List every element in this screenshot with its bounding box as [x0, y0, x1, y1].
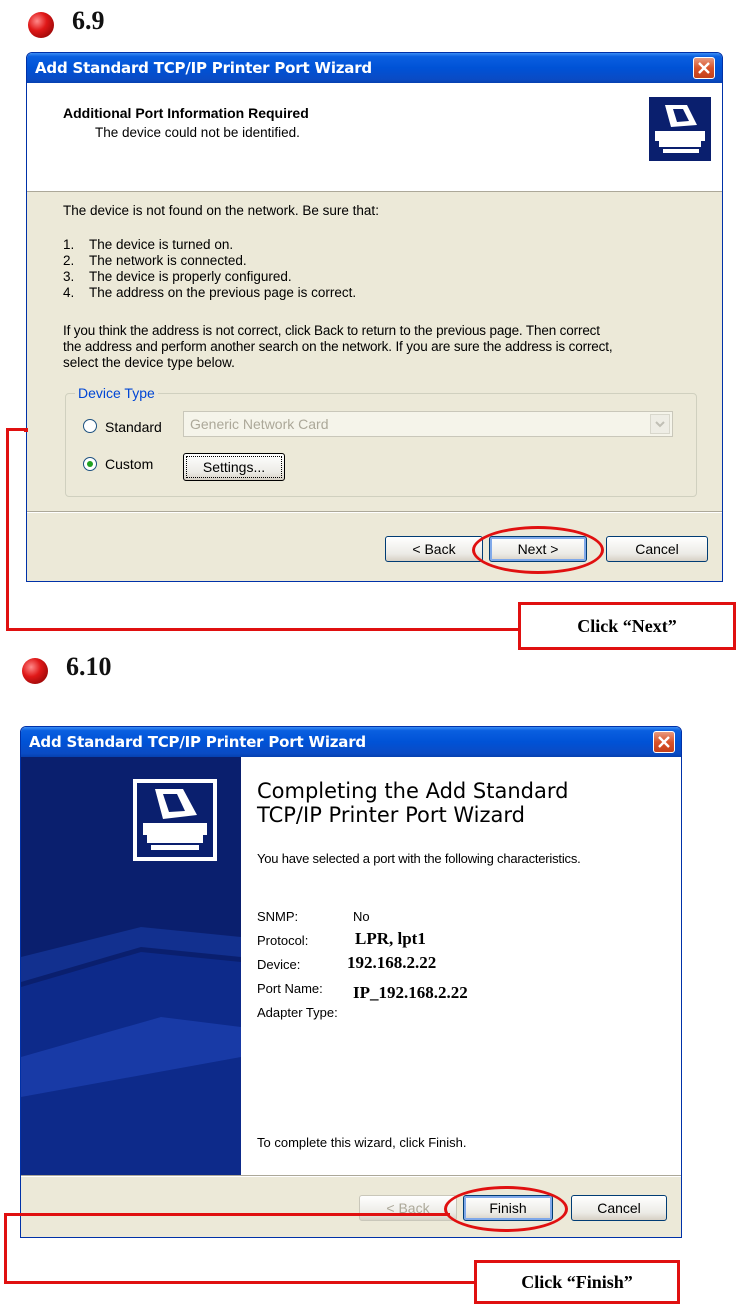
footer-separator	[21, 1175, 681, 1177]
prop-label: Adapter Type:	[257, 1005, 338, 1020]
close-button[interactable]	[653, 731, 675, 753]
wizard-sidebar	[21, 757, 241, 1175]
annotation-line	[6, 428, 9, 631]
bullet-icon	[22, 658, 48, 684]
annotation-line	[6, 628, 520, 631]
list-item-number: 2.	[63, 253, 75, 268]
close-icon	[698, 62, 710, 74]
prop-label: Protocol:	[257, 933, 309, 948]
prop-value: LPR, lpt1	[355, 929, 426, 948]
completion-heading: Completing the Add Standard	[257, 779, 569, 803]
instruction-line: If you think the address is not correct,…	[63, 323, 600, 338]
wizard-window-step1: Add Standard TCP/IP Printer Port Wizard …	[26, 52, 723, 582]
list-item: The device is turned on.	[89, 237, 234, 252]
annotation-line	[4, 1281, 476, 1284]
radio-standard-label[interactable]: Standard	[105, 419, 162, 435]
group-label: Device Type	[75, 385, 158, 401]
list-item: The address on the previous page is corr…	[89, 285, 357, 300]
close-button[interactable]	[693, 57, 715, 79]
annotation-line	[6, 428, 28, 431]
annotation-line	[4, 1213, 7, 1284]
printer-wizard-icon	[649, 97, 711, 161]
back-button[interactable]: < Back	[359, 1195, 457, 1221]
wizard-content: Completing the Add Standard TCP/IP Print…	[241, 757, 681, 1175]
prop-label: SNMP:	[257, 909, 299, 924]
radio-custom-label[interactable]: Custom	[105, 456, 153, 472]
prop-value: 192.168.2.22	[347, 953, 437, 972]
step-number: 6.9	[72, 6, 105, 35]
radio-custom[interactable]	[83, 457, 97, 471]
step-number: 6.10	[66, 652, 112, 681]
completion-heading: TCP/IP Printer Port Wizard	[257, 803, 525, 827]
device-type-group	[65, 393, 697, 497]
prop-label: Port Name:	[257, 981, 323, 996]
prop-label: Device:	[257, 957, 301, 972]
footer-separator	[27, 511, 722, 513]
highlight-ellipse	[472, 526, 604, 574]
complete-text: To complete this wizard, click Finish.	[257, 1135, 467, 1150]
wizard-window-step2: Add Standard TCP/IP Printer Port Wizard …	[20, 726, 682, 1238]
window-title: Add Standard TCP/IP Printer Port Wizard	[21, 727, 681, 757]
list-item: The device is properly configured.	[89, 269, 292, 284]
standard-select[interactable]: Generic Network Card	[183, 411, 673, 437]
printer-wizard-icon	[133, 779, 217, 861]
radio-standard[interactable]	[83, 419, 97, 433]
list-item-number: 4.	[63, 285, 75, 300]
settings-button[interactable]: Settings...	[183, 453, 285, 481]
header-title: Additional Port Information Required	[63, 105, 309, 121]
prop-value: No	[353, 909, 370, 924]
close-icon	[658, 736, 670, 748]
bullet-icon	[28, 12, 54, 38]
instruction-line: select the device type below.	[63, 355, 235, 370]
prop-value: IP_192.168.2.22	[353, 983, 468, 1002]
window-title: Add Standard TCP/IP Printer Port Wizard	[27, 53, 722, 83]
radio-dot	[87, 461, 93, 467]
chevron-down-icon	[650, 414, 670, 434]
header-subtitle: The device could not be identified.	[95, 125, 300, 140]
instruction-line: the address and perform another search o…	[63, 339, 613, 354]
list-item-number: 3.	[63, 269, 75, 284]
cancel-button[interactable]: Cancel	[571, 1195, 667, 1221]
highlight-ellipse	[444, 1186, 568, 1232]
intro-text: The device is not found on the network. …	[63, 203, 379, 218]
list-item-number: 1.	[63, 237, 75, 252]
wizard-header: Additional Port Information Required The…	[27, 83, 722, 192]
annotation-line	[4, 1213, 450, 1216]
back-button[interactable]: < Back	[385, 536, 483, 562]
selected-text: You have selected a port with the follow…	[257, 851, 581, 866]
click-finish-callout: Click “Finish”	[474, 1260, 680, 1304]
list-item: The network is connected.	[89, 253, 247, 268]
click-next-callout: Click “Next”	[518, 602, 736, 650]
cancel-button[interactable]: Cancel	[606, 536, 708, 562]
standard-select-value: Generic Network Card	[190, 416, 329, 432]
